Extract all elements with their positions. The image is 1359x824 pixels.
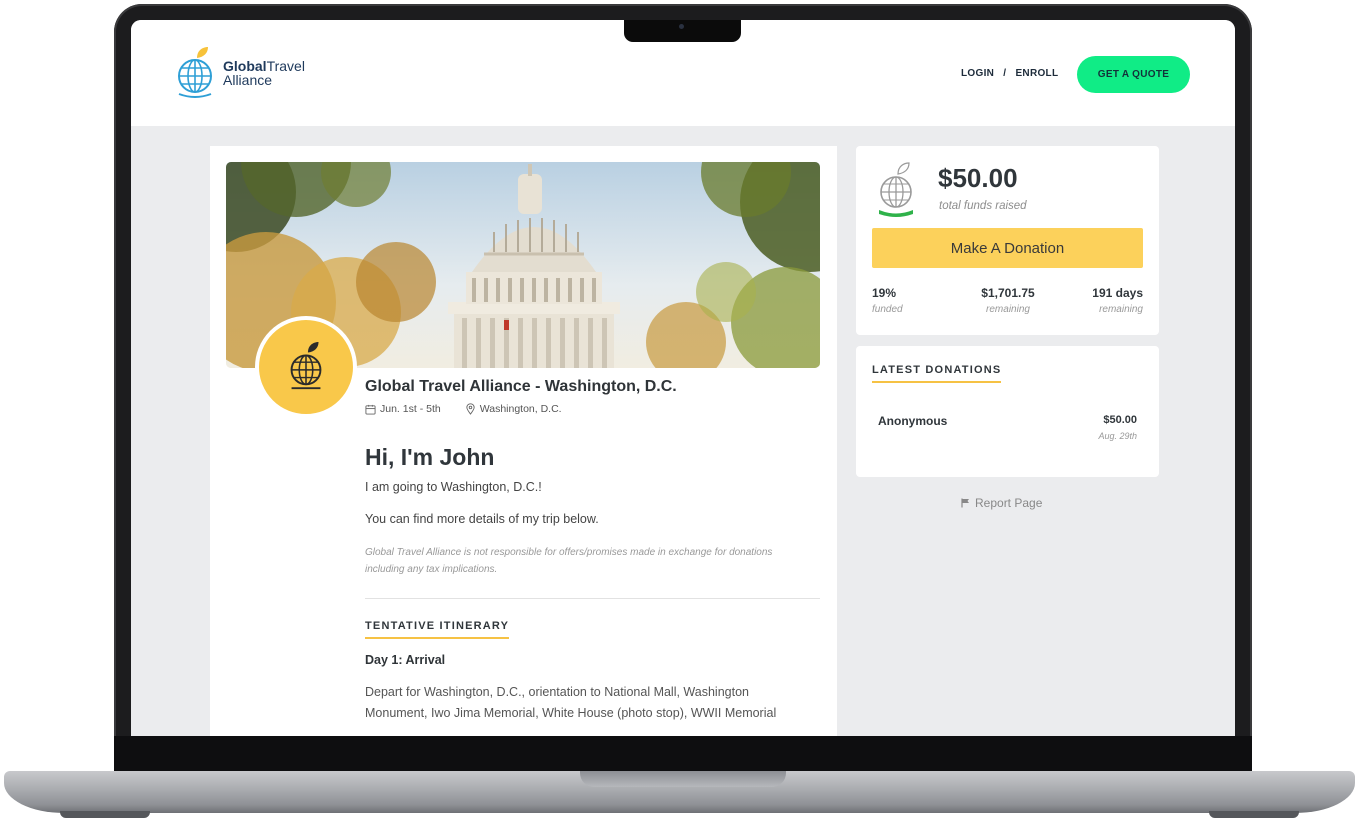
- enroll-link[interactable]: ENROLL: [1015, 68, 1058, 79]
- profile-avatar: [255, 316, 357, 418]
- trip-title: Global Travel Alliance - Washington, D.C…: [365, 378, 677, 395]
- section-divider: [365, 598, 820, 599]
- total-funds-label: total funds raised: [939, 200, 1027, 212]
- stat-days-remaining-value: 191 days: [1092, 286, 1143, 300]
- itinerary-heading: TENTATIVE ITINERARY: [365, 620, 510, 639]
- map-pin-icon: [466, 403, 475, 415]
- login-link[interactable]: LOGIN: [961, 68, 994, 79]
- report-page-link[interactable]: Report Page: [961, 496, 1042, 510]
- flag-icon: [961, 498, 969, 508]
- itinerary-day-title: Day 1: Arrival: [365, 653, 446, 667]
- laptop-bottom-bezel: [114, 736, 1252, 776]
- profile-details-note: You can find more details of my trip bel…: [365, 512, 599, 526]
- total-funds-amount: $50.00: [938, 163, 1018, 193]
- brand-name-line2: Alliance: [223, 72, 273, 88]
- brand-logo-link[interactable]: GlobalTravel Alliance: [175, 46, 305, 100]
- trip-page-card: Global Travel Alliance - Washington, D.C…: [210, 146, 837, 736]
- donation-date: Aug. 29th: [1098, 431, 1137, 441]
- nav-separator: /: [1003, 68, 1007, 79]
- globe-leaf-icon: [879, 162, 913, 217]
- profile-intro: I am going to Washington, D.C.!: [365, 480, 542, 494]
- funds-card: $50.00 total funds raised Make A Donatio…: [856, 146, 1159, 335]
- camera-notch: [624, 20, 741, 42]
- trip-meta: Jun. 1st - 5th Washington, D.C.: [365, 403, 586, 415]
- trip-dates-text: Jun. 1st - 5th: [380, 403, 441, 415]
- laptop-foot-right: [1209, 811, 1299, 818]
- stat-funded-value: 19%: [872, 286, 897, 300]
- laptop-base-recess: [580, 771, 786, 787]
- stat-days-remaining-label: remaining: [1099, 304, 1143, 315]
- latest-donations-card: LATEST DONATIONS Anonymous $50.00 Aug. 2…: [856, 346, 1159, 477]
- stat-funded-label: funded: [872, 304, 903, 315]
- browser-screen: GlobalTravel Alliance LOGIN / ENROLL GET…: [131, 20, 1235, 736]
- latest-donations-heading: LATEST DONATIONS: [872, 364, 1002, 383]
- trip-location: Washington, D.C.: [465, 403, 562, 415]
- report-page-label: Report Page: [975, 496, 1043, 510]
- disclaimer-text: Global Travel Alliance is not responsibl…: [365, 547, 773, 575]
- donation-amount: $50.00: [1103, 414, 1137, 426]
- brand-name-rest: Travel: [266, 58, 305, 74]
- laptop-foot-left: [60, 811, 150, 818]
- stat-funded: 19% funded: [872, 286, 903, 315]
- profile-greeting: Hi, I'm John: [365, 444, 495, 470]
- stat-amount-remaining: $1,701.75 remaining: [971, 286, 1045, 315]
- itinerary-day-text: Depart for Washington, D.C., orientation…: [365, 685, 777, 720]
- globe-leaf-icon: [290, 341, 322, 390]
- get-a-quote-button[interactable]: GET A QUOTE: [1077, 56, 1190, 93]
- auth-nav: LOGIN / ENROLL: [961, 68, 1058, 79]
- brand-name: GlobalTravel Alliance: [223, 59, 305, 87]
- make-donation-button[interactable]: Make A Donation: [872, 228, 1143, 268]
- stat-amount-remaining-value: $1,701.75: [981, 286, 1035, 300]
- trip-location-text: Washington, D.C.: [479, 403, 562, 415]
- stat-amount-remaining-label: remaining: [986, 304, 1030, 315]
- globe-leaf-icon: [178, 47, 212, 98]
- calendar-icon: [365, 404, 376, 415]
- trip-dates: Jun. 1st - 5th: [365, 403, 441, 415]
- donor-name: Anonymous: [878, 414, 948, 428]
- stat-days-remaining: 191 days remaining: [1092, 286, 1143, 315]
